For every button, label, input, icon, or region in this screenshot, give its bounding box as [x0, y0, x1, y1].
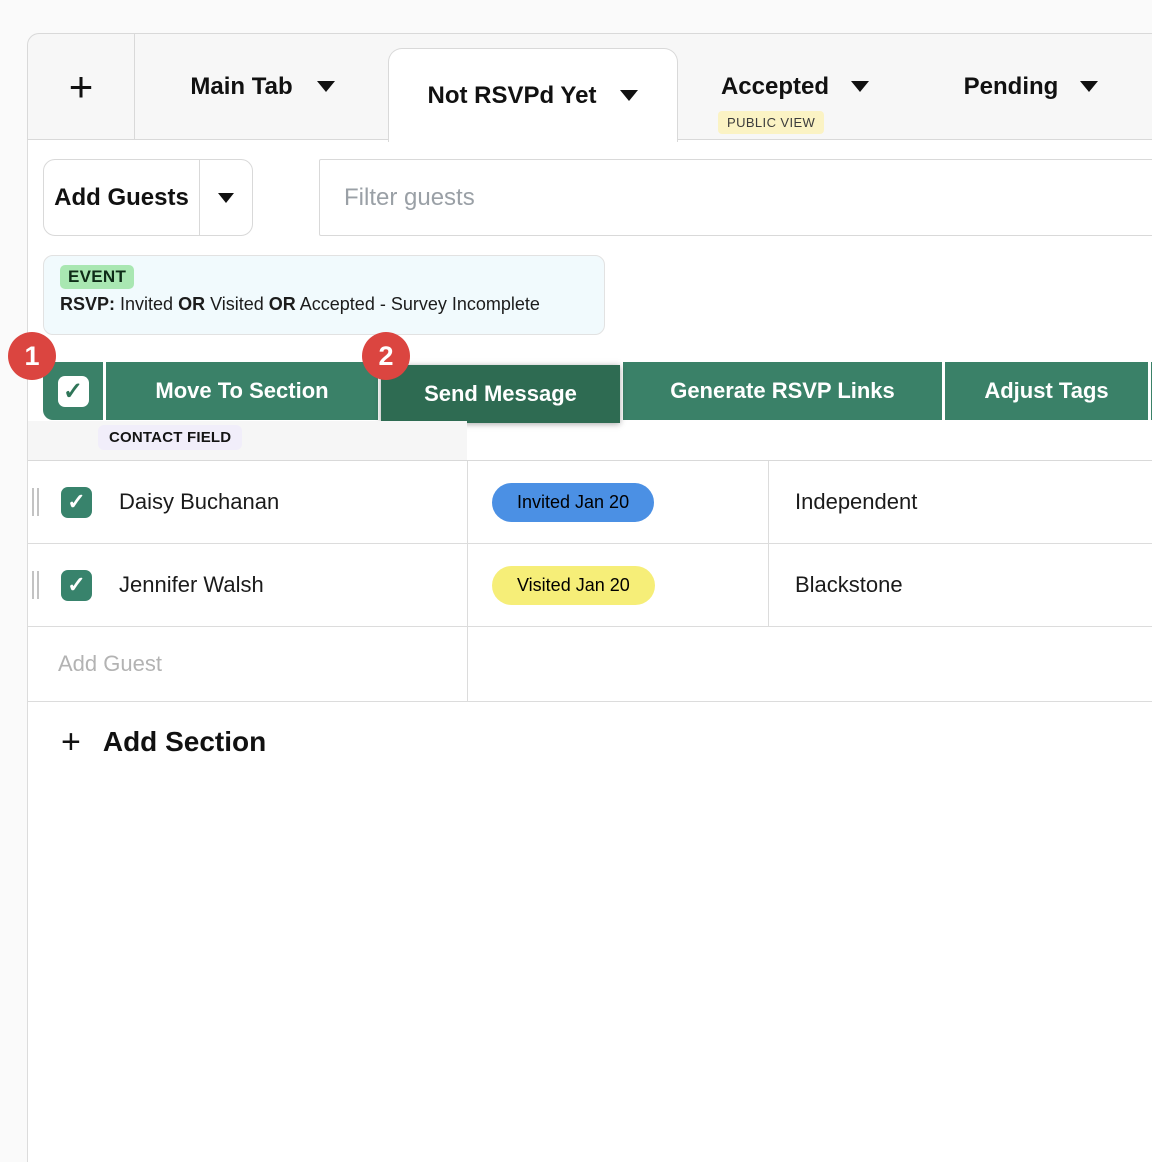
filter-guests-input[interactable] [319, 159, 1152, 236]
empty-cell [467, 627, 768, 701]
sheet-panel: Add Guests EVENT RSVP: Invited OR Visite… [27, 140, 1152, 1162]
chevron-down-icon [218, 193, 234, 203]
add-guests-button[interactable]: Add Guests [43, 159, 253, 236]
rsvp-rule-text: RSVP: Invited OR Visited OR Accepted - S… [60, 294, 588, 315]
add-section-label: Add Section [103, 726, 266, 758]
rule-segment: Accepted - Survey Incomplete [296, 294, 540, 314]
row-checkbox[interactable]: ✓ [61, 570, 92, 601]
table-row: ✓ Daisy Buchanan Invited Jan 20 Independ… [28, 461, 1152, 544]
row-checkbox[interactable]: ✓ [61, 487, 92, 518]
drag-handle-icon[interactable] [32, 571, 39, 599]
add-section-button[interactable]: + Add Section [61, 725, 266, 759]
event-filter-chip[interactable]: EVENT RSVP: Invited OR Visited OR Accept… [43, 255, 605, 335]
contact-field-column-header: CONTACT FIELD [28, 421, 467, 460]
tab-not-rsvpd-yet-active[interactable]: Not RSVPd Yet [388, 48, 678, 142]
drag-handle-icon[interactable] [32, 488, 39, 516]
empty-cell [768, 627, 1152, 701]
event-badge: EVENT [60, 265, 134, 289]
rule-segment: OR [269, 294, 296, 314]
public-view-badge: PUBLIC VIEW [718, 111, 824, 134]
checkbox[interactable]: ✓ [58, 376, 89, 407]
add-guest-row[interactable]: Add Guest [28, 627, 1152, 702]
checkmark-icon: ✓ [63, 377, 83, 406]
contact-field-chip[interactable]: CONTACT FIELD [98, 425, 242, 450]
tab-label: Not RSVPd Yet [428, 82, 597, 110]
affiliation-cell[interactable]: Blackstone [795, 572, 903, 598]
chevron-down-icon[interactable] [851, 81, 869, 92]
chevron-down-icon[interactable] [317, 81, 335, 92]
guest-name-cell[interactable]: Daisy Buchanan [119, 489, 279, 515]
rsvp-status-pill[interactable]: Visited Jan 20 [492, 566, 655, 605]
tab-label: Main Tab [190, 73, 292, 101]
plus-icon: + [61, 725, 81, 759]
plus-icon: + [69, 63, 94, 111]
rsvp-status-pill[interactable]: Invited Jan 20 [492, 483, 654, 522]
tab-accepted[interactable]: Accepted PUBLIC VIEW [680, 34, 910, 139]
table-row: ✓ Jennifer Walsh Visited Jan 20 Blacksto… [28, 544, 1152, 627]
bulk-action-button[interactable]: Adjust Tags [945, 362, 1148, 420]
add-guest-placeholder: Add Guest [58, 651, 162, 677]
guest-rows: ✓ Daisy Buchanan Invited Jan 20 Independ… [28, 461, 1152, 702]
bulk-action-button[interactable]: Send Message [381, 365, 620, 423]
tab-label: Pending [964, 73, 1059, 101]
tab-main[interactable]: Main Tab [135, 34, 390, 139]
step-2-badge: 2 [362, 332, 410, 380]
table-header-row: CONTACT FIELD [28, 421, 1152, 461]
rule-segment: Visited [205, 294, 269, 314]
add-guests-label: Add Guests [44, 160, 199, 235]
affiliation-cell[interactable]: Independent [795, 489, 917, 515]
tab-pending[interactable]: Pending [910, 34, 1152, 139]
add-guests-dropdown[interactable] [199, 160, 252, 235]
chevron-down-icon[interactable] [1080, 81, 1098, 92]
guest-name-cell[interactable]: Jennifer Walsh [119, 572, 264, 598]
rule-segment: RSVP: [60, 294, 115, 314]
step-1-badge: 1 [8, 332, 56, 380]
rule-segment: OR [178, 294, 205, 314]
checkmark-icon: ✓ [67, 572, 85, 598]
new-tab-button[interactable]: + [28, 34, 135, 139]
rule-segment: Invited [115, 294, 178, 314]
select-all-checkbox[interactable]: ✓ [43, 362, 103, 420]
bulk-action-button[interactable]: Move To Section [106, 362, 378, 420]
tab-label: Accepted [721, 73, 829, 101]
checkmark-icon: ✓ [67, 489, 85, 515]
bulk-action-toolbar: ✓ Move To SectionSend MessageGenerate RS… [43, 362, 1152, 420]
bulk-action-button[interactable]: Generate RSVP Links [623, 362, 942, 420]
chevron-down-icon[interactable] [620, 90, 638, 101]
